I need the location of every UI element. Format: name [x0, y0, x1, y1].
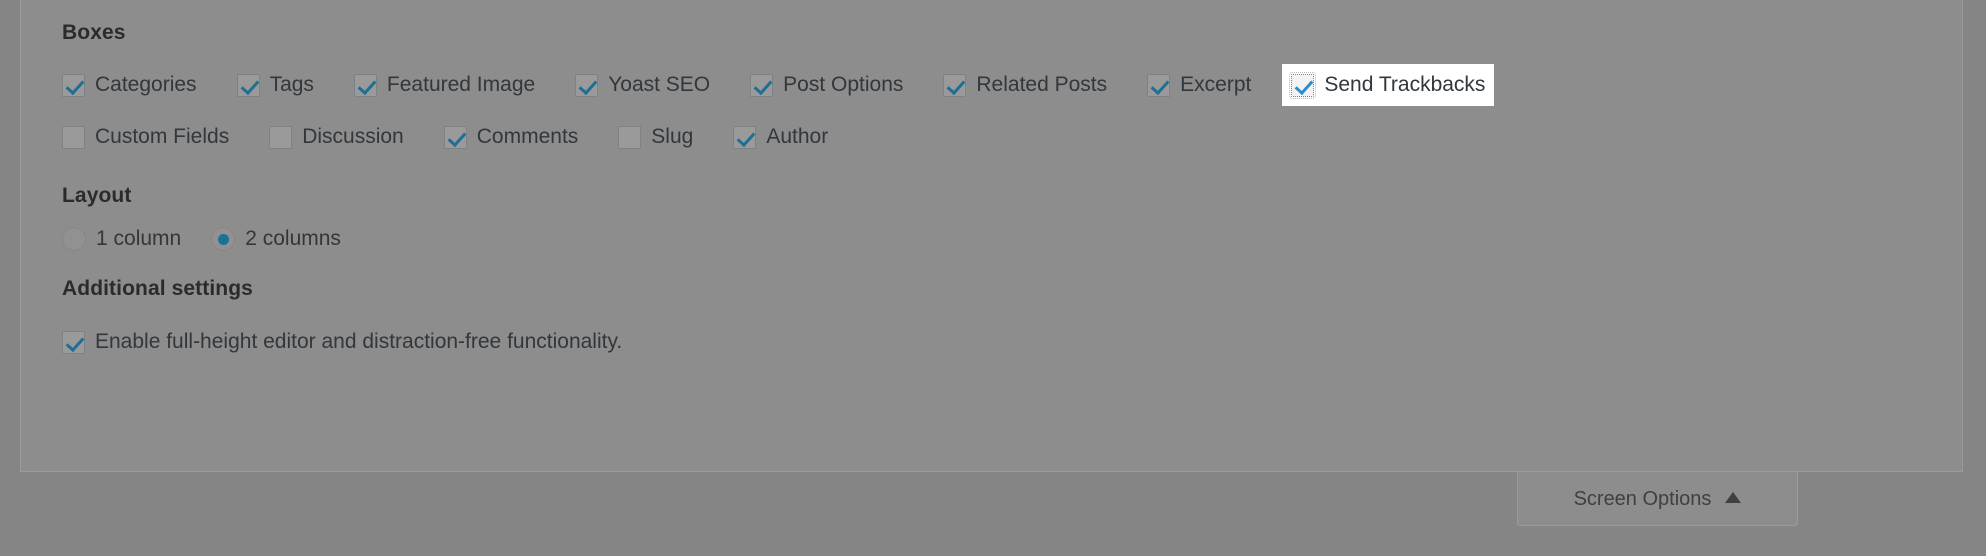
- screen-options-tab-label: Screen Options: [1573, 487, 1712, 510]
- checkbox-input-post-options[interactable]: [750, 73, 774, 97]
- checkbox-option-yoast-seo[interactable]: Yoast SEO: [566, 64, 719, 106]
- checkbox-label-full-height-editor: Enable full-height editor and distractio…: [95, 330, 623, 353]
- checkbox-option-related-posts[interactable]: Related Posts: [934, 64, 1116, 106]
- checkbox-label-categories: Categories: [95, 73, 197, 96]
- checkbox-input-categories[interactable]: [62, 73, 85, 97]
- checkbox-input-featured-image[interactable]: [353, 73, 377, 97]
- checkbox-option-custom-fields[interactable]: Custom Fields: [53, 116, 238, 158]
- radio-label-1-column: 1 column: [96, 227, 182, 250]
- checkbox-option-featured-image[interactable]: Featured Image: [345, 64, 544, 106]
- checkbox-input-full-height-editor[interactable]: [62, 330, 85, 354]
- caret-up-icon: [1725, 492, 1742, 503]
- checkbox-input-slug[interactable]: [618, 125, 642, 149]
- checkbox-input-comments[interactable]: [443, 125, 467, 149]
- checkbox-input-yoast-seo[interactable]: [575, 73, 599, 97]
- checkbox-label-yoast-seo: Yoast SEO: [608, 73, 711, 96]
- checkbox-option-categories[interactable]: Categories: [53, 64, 206, 106]
- layout-radio-group: 1 column 2 columns: [62, 227, 1962, 251]
- panel-content: Boxes Categories Tags Featured Image Yoa…: [21, 0, 1962, 363]
- boxes-row-one: Categories Tags Featured Image Yoast SEO…: [62, 64, 1962, 106]
- checkbox-label-custom-fields: Custom Fields: [95, 125, 230, 148]
- boxes-section-heading: Boxes: [62, 21, 126, 44]
- radio-label-2-columns: 2 columns: [245, 227, 341, 250]
- checkbox-label-slug: Slug: [651, 125, 694, 148]
- checkbox-label-excerpt: Excerpt: [1180, 73, 1252, 96]
- checkbox-input-author[interactable]: [733, 125, 757, 149]
- radio-option-1-column[interactable]: 1 column: [62, 227, 181, 251]
- checkbox-option-comments[interactable]: Comments: [435, 116, 588, 158]
- checkbox-input-send-trackbacks[interactable]: [1289, 71, 1317, 99]
- checkbox-label-related-posts: Related Posts: [976, 73, 1108, 96]
- boxes-row-two: Custom Fields Discussion Comments Slug A…: [62, 116, 1962, 158]
- checkbox-option-excerpt[interactable]: Excerpt: [1138, 64, 1260, 106]
- checkbox-input-custom-fields[interactable]: [62, 125, 85, 149]
- checkbox-input-discussion[interactable]: [269, 125, 293, 149]
- checkbox-option-slug[interactable]: Slug: [609, 116, 702, 158]
- checkbox-label-featured-image: Featured Image: [386, 73, 536, 96]
- checkbox-label-post-options: Post Options: [783, 73, 904, 96]
- screen-options-panel: Boxes Categories Tags Featured Image Yoa…: [20, 0, 1963, 472]
- screen-options-tab[interactable]: Screen Options: [1517, 472, 1798, 526]
- checkbox-input-related-posts[interactable]: [943, 73, 967, 97]
- checkbox-option-post-options[interactable]: Post Options: [741, 64, 912, 106]
- checkbox-option-full-height-editor[interactable]: Enable full-height editor and distractio…: [53, 321, 631, 363]
- checkbox-label-author: Author: [766, 125, 829, 148]
- radio-input-1-column[interactable]: [62, 227, 86, 251]
- checkbox-option-send-trackbacks[interactable]: Send Trackbacks: [1282, 64, 1495, 106]
- checkbox-label-comments: Comments: [476, 125, 579, 148]
- checkbox-input-tags[interactable]: [236, 73, 260, 97]
- checkbox-option-discussion[interactable]: Discussion: [260, 116, 413, 158]
- checkbox-option-tags[interactable]: Tags: [228, 64, 323, 106]
- radio-option-2-columns[interactable]: 2 columns: [211, 227, 341, 251]
- checkbox-label-discussion: Discussion: [302, 125, 404, 148]
- additional-settings-row: Enable full-height editor and distractio…: [62, 321, 1962, 363]
- checkbox-label-send-trackbacks: Send Trackbacks: [1324, 73, 1486, 96]
- additional-settings-heading: Additional settings: [62, 277, 253, 300]
- checkbox-label-tags: Tags: [269, 73, 314, 96]
- radio-input-2-columns[interactable]: [211, 227, 236, 251]
- checkbox-input-excerpt[interactable]: [1147, 73, 1171, 97]
- layout-section-heading: Layout: [62, 184, 132, 207]
- checkbox-option-author[interactable]: Author: [724, 116, 837, 158]
